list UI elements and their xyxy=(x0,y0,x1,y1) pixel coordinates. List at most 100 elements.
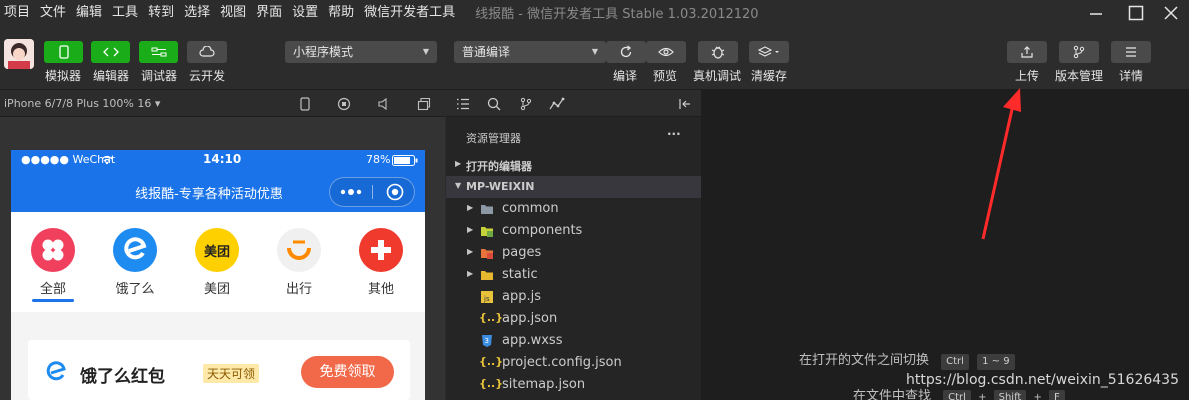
clear-cache-button[interactable] xyxy=(749,41,789,63)
preview-button[interactable] xyxy=(646,41,686,63)
debugger-toggle-button[interactable] xyxy=(139,41,178,63)
compile-select-value: 普通编译 xyxy=(462,45,511,59)
mode-select[interactable]: 小程序模式 ▼ xyxy=(285,41,437,63)
menu-item[interactable]: 帮助 xyxy=(324,0,360,25)
source-control-icon[interactable] xyxy=(519,97,533,111)
details-button[interactable] xyxy=(1111,41,1151,63)
cloud-dev-button[interactable] xyxy=(187,41,227,63)
file-item[interactable]: 3 app.wxss xyxy=(446,330,701,352)
collapse-panel-icon[interactable] xyxy=(678,98,692,110)
cloud-icon xyxy=(199,46,215,57)
layers-icon xyxy=(757,46,779,57)
editor-toggle-button[interactable] xyxy=(91,41,130,63)
chevron-right-icon: ▶ xyxy=(467,203,474,212)
menu-item[interactable]: 文件 xyxy=(36,0,72,25)
open-editors-section[interactable]: ▶ 打开的编辑器 xyxy=(446,154,701,176)
menu-item[interactable]: 微信开发者工具 xyxy=(360,0,461,25)
category-other[interactable]: 其他 xyxy=(351,228,411,297)
menu-item[interactable]: 编辑 xyxy=(72,0,108,25)
device-select[interactable]: iPhone 6/7/8 Plus 100% 16 ▾ xyxy=(4,97,160,110)
editor-area: 在打开的文件之间切换 Ctrl 1 ~ 9 在文件中查找 Ctrl + Shif… xyxy=(701,89,1189,400)
compile-label: 编译 xyxy=(613,69,638,83)
chevron-down-icon: ▼ xyxy=(591,47,598,56)
upload-button[interactable] xyxy=(1007,41,1047,63)
menu-item[interactable]: 工具 xyxy=(108,0,144,25)
window-title: 线报酷 - 微信开发者工具 Stable 1.03.2012120 xyxy=(475,7,759,22)
menu-item[interactable]: 设置 xyxy=(288,0,324,25)
category-travel[interactable]: 出行 xyxy=(269,228,329,297)
category-meituan[interactable]: 美团 美团 xyxy=(187,228,247,297)
key-plus: + xyxy=(1033,392,1042,400)
remote-debug-label: 真机调试 xyxy=(693,69,742,83)
json-file-icon: {..} xyxy=(479,377,504,390)
folder-name: pages xyxy=(502,245,542,260)
meituan-icon: 美团 xyxy=(195,228,239,272)
menu-item[interactable]: 项目 xyxy=(0,0,36,25)
capsule-menu[interactable] xyxy=(329,177,415,207)
more-actions-icon[interactable]: ··· xyxy=(667,127,681,141)
category-all[interactable]: 全部 xyxy=(23,228,83,302)
file-item[interactable]: js app.js xyxy=(446,286,701,308)
hint-text: 在文件中查找 xyxy=(853,389,932,400)
menu-icon xyxy=(1126,47,1136,57)
didi-icon xyxy=(277,228,321,272)
volume-icon[interactable] xyxy=(377,97,391,111)
file-item[interactable]: {..} sitemap.json xyxy=(446,374,701,396)
version-control-button[interactable] xyxy=(1059,41,1099,63)
close-miniprogram-icon[interactable] xyxy=(386,183,404,201)
upload-label: 上传 xyxy=(1015,69,1040,83)
file-item[interactable]: {..} project.config.json xyxy=(446,352,701,374)
key-shift: Shift xyxy=(993,390,1027,400)
minimize-icon xyxy=(1090,12,1102,15)
compile-mode-select[interactable]: 普通编译 ▼ xyxy=(454,41,606,63)
claim-coupon-button[interactable]: 免费领取 xyxy=(301,356,394,388)
simulator-label: 模拟器 xyxy=(45,69,82,83)
mini-program-navbar: 线报酷-专享各种活动优惠 xyxy=(11,170,425,212)
search-icon[interactable] xyxy=(487,97,501,111)
simulator-toolbar: iPhone 6/7/8 Plus 100% 16 ▾ xyxy=(0,89,445,117)
compile-button[interactable] xyxy=(606,41,646,63)
folder-item[interactable]: ▶ static xyxy=(446,264,701,286)
menu-item[interactable]: 转到 xyxy=(144,0,180,25)
window-icon[interactable] xyxy=(417,97,431,111)
menu-item[interactable]: 界面 xyxy=(252,0,288,25)
file-name: app.js xyxy=(502,289,541,304)
category-label: 饿了么 xyxy=(115,282,155,297)
folder-item[interactable]: ▶ components xyxy=(446,220,701,242)
chevron-right-icon: ▶ xyxy=(455,159,462,168)
explorer-toolbar xyxy=(446,89,701,117)
folder-item[interactable]: ▶ common xyxy=(446,198,701,220)
remote-debug-button[interactable] xyxy=(698,41,738,63)
menu-item[interactable]: 视图 xyxy=(216,0,252,25)
phone-icon[interactable] xyxy=(299,97,311,111)
section-label: 打开的编辑器 xyxy=(466,160,532,173)
project-section[interactable]: ▼ MP-WEIXIN xyxy=(446,176,701,198)
chevron-right-icon: ▶ xyxy=(467,269,474,278)
key-ctrl: Ctrl xyxy=(941,354,969,370)
more-dots-icon[interactable] xyxy=(340,187,364,197)
avatar-image xyxy=(4,39,34,69)
list-icon[interactable] xyxy=(456,98,470,110)
graph-icon[interactable] xyxy=(549,97,565,111)
folder-item[interactable]: ▶ pages xyxy=(446,242,701,264)
phone-icon xyxy=(58,45,69,59)
chevron-down-icon: ▼ xyxy=(422,47,429,56)
file-item[interactable]: {..} app.json xyxy=(446,308,701,330)
section-label: MP-WEIXIN xyxy=(466,180,535,193)
all-icon xyxy=(31,228,75,272)
refresh-icon xyxy=(620,45,632,58)
wifi-icon xyxy=(101,155,113,165)
file-explorer: 资源管理器 ··· ▶ 打开的编辑器 ▼ MP-WEIXIN ▶ common … xyxy=(446,117,701,400)
preview-label: 预览 xyxy=(653,69,678,83)
stop-icon[interactable] xyxy=(337,97,351,111)
close-button[interactable] xyxy=(1148,0,1189,25)
menu-item[interactable]: 选择 xyxy=(180,0,216,25)
hint-text: 在打开的文件之间切换 xyxy=(799,353,930,368)
file-name: sitemap.json xyxy=(502,377,586,392)
category-label: 其他 xyxy=(367,282,394,297)
category-eleme[interactable]: 饿了么 xyxy=(105,228,165,297)
cloud-dev-label: 云开发 xyxy=(189,69,226,83)
avatar[interactable] xyxy=(4,39,34,69)
simulator-toggle-button[interactable] xyxy=(44,41,83,63)
file-name: app.wxss xyxy=(502,333,563,348)
